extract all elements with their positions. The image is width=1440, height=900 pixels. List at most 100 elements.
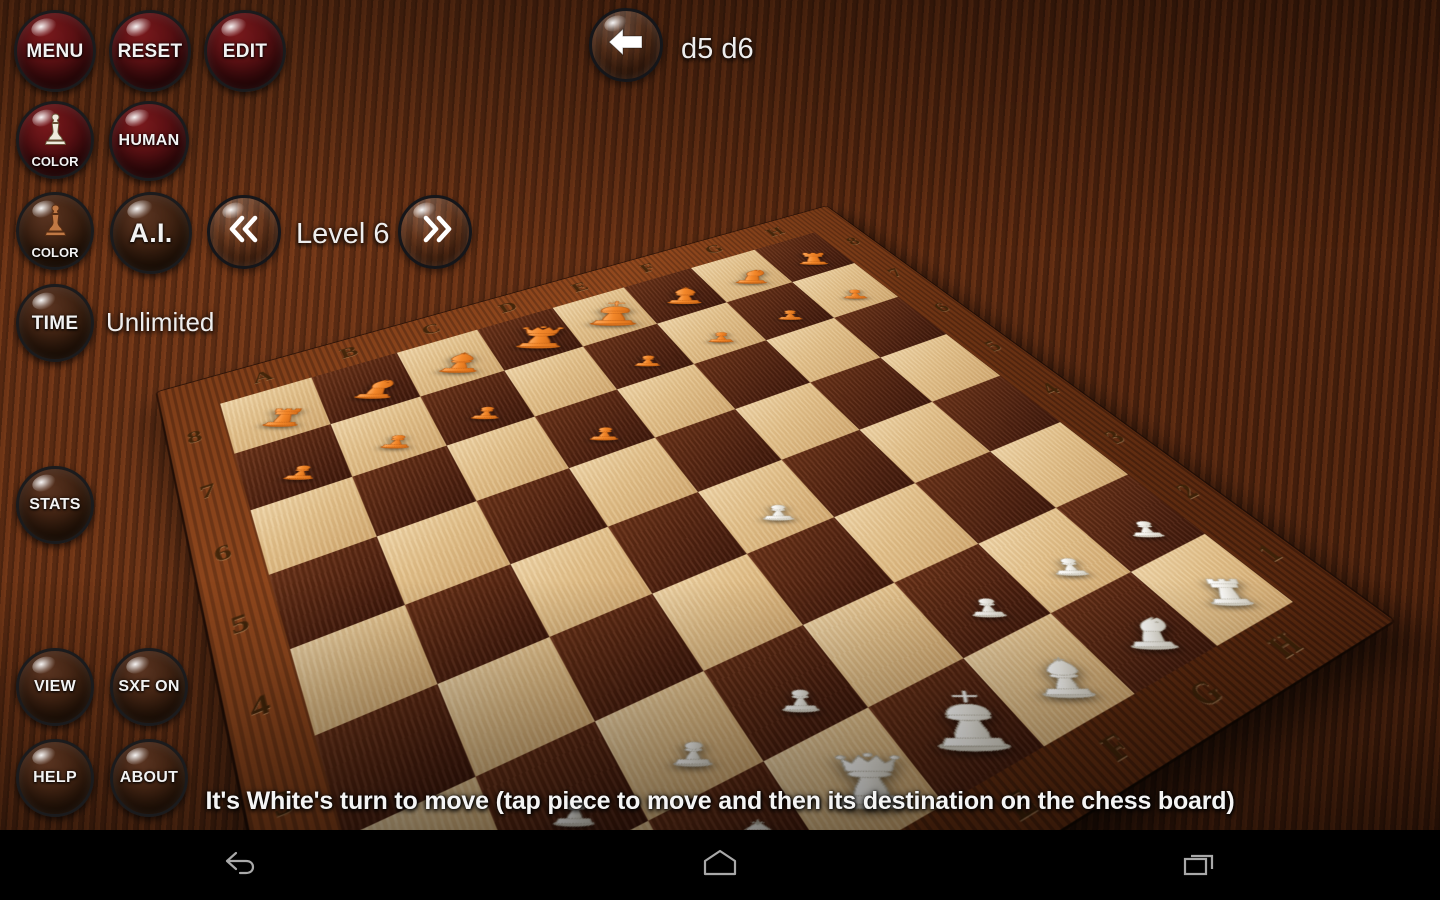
chess-piece-dark-pawn[interactable] bbox=[839, 285, 872, 298]
board-square[interactable] bbox=[520, 820, 713, 830]
board-file-label: G bbox=[1179, 672, 1232, 715]
board-file-label: G bbox=[700, 241, 728, 257]
chess-piece-white-pawn[interactable] bbox=[775, 679, 826, 712]
menu-button-label: MENU bbox=[26, 40, 84, 62]
chess-board-squares[interactable]: AABBCCDDEEFFGGHH1122334455667788 bbox=[185, 225, 1311, 830]
android-recents-button[interactable] bbox=[1145, 830, 1255, 900]
board-square[interactable] bbox=[549, 593, 704, 722]
board-rank-label: 4 bbox=[1035, 379, 1066, 399]
chess-board-frame: AABBCCDDEEFFGGHH1122334455667788 bbox=[157, 206, 1394, 830]
board-square[interactable] bbox=[978, 507, 1131, 614]
android-home-icon bbox=[701, 848, 739, 883]
board-rank-label: 7 bbox=[883, 265, 908, 280]
chess-piece-dark-queen[interactable] bbox=[508, 322, 573, 348]
white-color-button[interactable]: COLOR bbox=[16, 101, 94, 179]
view-button[interactable]: VIEW bbox=[16, 648, 94, 726]
last-move-label: d5 d6 bbox=[681, 33, 754, 65]
chess-piece-dark-pawn[interactable] bbox=[585, 421, 626, 440]
board-square[interactable] bbox=[510, 526, 653, 637]
board-square[interactable] bbox=[1050, 571, 1218, 694]
chess-piece-dark-pawn[interactable] bbox=[630, 350, 666, 366]
board-square[interactable] bbox=[1130, 533, 1293, 646]
double-chevron-left-icon bbox=[224, 214, 264, 250]
board-file-label: D bbox=[495, 298, 521, 316]
board-file-label: E bbox=[567, 279, 592, 295]
game-viewport: AABBCCDDEEFFGGHH1122334455667788 MENU RE… bbox=[0, 0, 1440, 830]
chess-piece-dark-pawn[interactable] bbox=[704, 327, 738, 342]
chess-piece-white-pawn[interactable] bbox=[667, 730, 721, 767]
dark-color-button[interactable]: COLOR bbox=[16, 192, 94, 270]
chess-piece-dark-pawn[interactable] bbox=[278, 459, 328, 480]
board-square[interactable] bbox=[868, 658, 1045, 805]
edit-button[interactable]: EDIT bbox=[204, 10, 286, 92]
board-square[interactable] bbox=[894, 543, 1051, 659]
ai-button-label: A.I. bbox=[129, 217, 173, 248]
board-file-label: A bbox=[250, 366, 276, 388]
back-arrow-icon bbox=[606, 26, 646, 64]
dark-color-button-label: COLOR bbox=[31, 245, 79, 260]
board-rank-label: 6 bbox=[928, 299, 955, 316]
chess-piece-white-pawn[interactable] bbox=[758, 497, 800, 520]
stats-button[interactable]: STATS bbox=[16, 466, 94, 544]
reset-button-label: RESET bbox=[117, 40, 183, 62]
board-square[interactable] bbox=[404, 564, 550, 685]
time-button[interactable]: TIME bbox=[16, 284, 94, 362]
chess-piece-white-bishop[interactable] bbox=[1023, 652, 1106, 698]
board-square[interactable] bbox=[607, 492, 747, 594]
android-navigation-bar bbox=[0, 830, 1440, 900]
board-file-label: F bbox=[1092, 726, 1141, 769]
board-file-label: H bbox=[1259, 626, 1311, 665]
board-square[interactable] bbox=[802, 582, 964, 708]
chess-piece-white-knight[interactable] bbox=[1110, 610, 1188, 650]
board-rank-label: 1 bbox=[1249, 538, 1290, 568]
time-value-label: Unlimited bbox=[106, 307, 215, 337]
board-square[interactable] bbox=[652, 553, 803, 672]
chess-piece-dark-rook[interactable] bbox=[794, 250, 833, 265]
chess-piece-white-pawn[interactable] bbox=[1119, 513, 1171, 537]
android-back-icon bbox=[223, 848, 257, 883]
dark-pawn-icon bbox=[42, 203, 69, 242]
level-next-button[interactable] bbox=[398, 195, 472, 269]
board-stage: AABBCCDDEEFFGGHH1122334455667788 bbox=[0, 0, 1440, 830]
ai-button[interactable]: A.I. bbox=[110, 192, 192, 274]
board-square[interactable] bbox=[746, 517, 895, 625]
help-button-label: HELP bbox=[33, 769, 77, 786]
board-square[interactable] bbox=[963, 613, 1135, 747]
board-rank-label: 5 bbox=[978, 337, 1007, 355]
chess-piece-dark-pawn[interactable] bbox=[375, 429, 421, 449]
android-back-button[interactable] bbox=[185, 830, 295, 900]
chess-piece-white-pawn[interactable] bbox=[961, 589, 1013, 617]
time-button-label: TIME bbox=[31, 312, 79, 334]
board-rank-label: 6 bbox=[211, 539, 234, 568]
chess-piece-dark-pawn[interactable] bbox=[774, 306, 807, 320]
board-square[interactable] bbox=[437, 636, 595, 777]
reset-button[interactable]: RESET bbox=[109, 10, 191, 92]
board-file-label: F bbox=[636, 260, 660, 276]
board-square[interactable] bbox=[290, 604, 438, 736]
chess-piece-white-rook[interactable] bbox=[1190, 571, 1263, 605]
chess-piece-dark-knight[interactable] bbox=[730, 267, 772, 284]
android-home-button[interactable] bbox=[665, 830, 775, 900]
board-square[interactable] bbox=[703, 624, 869, 762]
chess-piece-white-king[interactable] bbox=[917, 686, 1024, 751]
chess-piece-dark-rook[interactable] bbox=[256, 403, 316, 426]
chess-app-window: AABBCCDDEEFFGGHH1122334455667788 MENU RE… bbox=[0, 0, 1440, 900]
white-color-button-label: COLOR bbox=[31, 154, 79, 169]
board-rank-label: 3 bbox=[1097, 426, 1132, 448]
board-rank-label: 7 bbox=[197, 479, 219, 504]
board-square[interactable] bbox=[376, 501, 511, 605]
chess-piece-white-pawn[interactable] bbox=[1043, 550, 1095, 576]
board-square[interactable] bbox=[268, 536, 405, 650]
sxf-button[interactable]: SXF ON bbox=[110, 648, 188, 726]
double-chevron-right-icon bbox=[415, 214, 455, 250]
board-square[interactable] bbox=[834, 483, 979, 583]
human-button[interactable]: HUMAN bbox=[109, 101, 189, 181]
level-prev-button[interactable] bbox=[207, 195, 281, 269]
chess-piece-dark-bishop[interactable] bbox=[661, 285, 708, 304]
chess-piece-dark-bishop[interactable] bbox=[432, 350, 490, 373]
chess-piece-dark-knight[interactable] bbox=[347, 376, 406, 399]
board-file-label: C bbox=[418, 320, 444, 339]
chess-piece-dark-pawn[interactable] bbox=[466, 401, 509, 419]
undo-move-button[interactable] bbox=[589, 8, 663, 82]
menu-button[interactable]: MENU bbox=[14, 10, 96, 92]
